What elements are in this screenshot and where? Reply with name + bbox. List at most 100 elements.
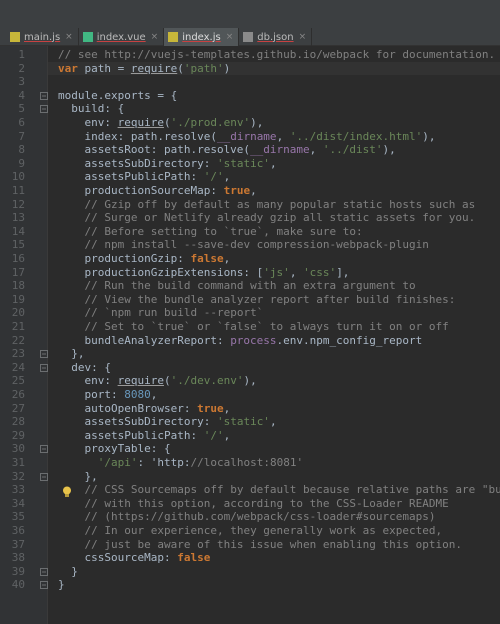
code-line[interactable]: // In our experience, they generally wor… [58,524,443,538]
line-number: 7 [18,129,25,143]
tab-label: index.js [182,31,221,43]
line-number: 36 [11,524,25,537]
close-tab-icon[interactable]: × [226,32,234,42]
line-number: 13 [11,211,25,225]
fold-marker-icon[interactable] [40,472,48,481]
code-line[interactable]: }, [58,347,84,361]
line-number: 16 [11,252,25,265]
code-line[interactable]: assetsSubDirectory: 'static', [58,157,276,171]
line-number: 30 [11,442,25,456]
line-number: 33 [11,483,25,497]
code-line[interactable]: // CSS Sourcemaps off by default because… [58,483,500,497]
line-number: 9 [18,156,25,170]
code-line[interactable]: }, [58,470,97,484]
code-line[interactable]: index: path.resolve(__dirname, '../dist/… [58,130,435,144]
code-line[interactable]: cssSourceMap: false [58,551,210,565]
line-number: 32 [11,469,25,483]
code-line[interactable]: autoOpenBrowser: true, [58,402,230,416]
code-line[interactable]: // View the bundle analyzer report after… [58,293,456,307]
code-line[interactable]: env: require('./prod.env'), [58,116,263,130]
lightbulb-icon[interactable] [62,486,72,498]
code-line[interactable]: // Set to `true` or `false` to always tu… [58,320,449,334]
code-line[interactable]: productionSourceMap: true, [58,184,256,198]
code-line[interactable]: var path = require('path') [58,62,230,76]
fold-marker-icon[interactable] [40,363,48,372]
tab-list: main.js × index.vue × index.js × db.json × [6,28,313,46]
code-line[interactable]: dev: { [58,361,111,375]
line-number: 25 [11,374,25,388]
line-number: 20 [11,306,25,320]
line-number: 24 [11,360,25,374]
close-tab-icon[interactable]: × [299,32,307,42]
tab-bar-top-strip [0,0,500,24]
code-line[interactable]: assetsPublicPath: '/', [58,170,230,184]
line-number: 10 [11,170,25,184]
line-number: 34 [11,496,25,510]
code-line[interactable]: // `npm run build --report` [58,306,264,320]
tab-label: index.vue [96,31,146,43]
code-line[interactable]: // Run the build command with an extra a… [58,279,416,293]
line-number: 19 [11,292,25,306]
code-line[interactable]: // just be aware of this issue when enab… [58,538,463,552]
code-line[interactable]: // (https://github.com/webpack/css-loade… [58,510,436,524]
code-line[interactable]: assetsRoot: path.resolve(__dirname, '../… [58,143,395,157]
line-number: 22 [11,333,25,347]
vue-file-icon [82,32,93,42]
tab-index-vue[interactable]: index.vue × [79,28,165,46]
code-line[interactable]: assetsSubDirectory: 'static', [58,415,276,429]
code-line[interactable]: module.exports = { [58,89,177,103]
line-number: 3 [18,75,25,89]
code-line[interactable]: bundleAnalyzerReport: process.env.npm_co… [58,334,422,348]
fold-marker-icon[interactable] [40,567,48,576]
fold-marker-icon[interactable] [40,350,48,359]
code-line[interactable]: // Gzip off by default as many popular s… [58,198,476,212]
code-line[interactable]: assetsPublicPath: '/', [58,429,230,443]
line-number: 39 [11,564,25,578]
tab-db-json[interactable]: db.json × [239,28,313,46]
code-editor[interactable]: // see http://vuejs-templates.github.io/… [48,46,500,624]
editor-tab-bar: main.js × index.vue × index.js × db.json × [0,0,500,46]
close-tab-icon[interactable]: × [151,32,159,42]
line-number: 27 [11,401,25,415]
line-number: 1 [18,48,25,61]
fold-marker-icon[interactable] [40,445,48,454]
code-line[interactable]: proxyTable: { [58,442,170,456]
line-number: 17 [11,265,25,279]
code-line[interactable]: '/api': 'http://localhost:8081' [58,456,303,470]
line-number: 12 [11,197,25,211]
js-file-icon [10,32,20,42]
code-line[interactable]: port: 8080, [58,388,157,402]
tab-index-js[interactable]: index.js × [164,28,240,46]
line-number: 38 [11,551,25,565]
code-line[interactable]: } [58,565,78,579]
line-number: 14 [11,224,25,238]
code-line[interactable]: // Surge or Netlify already gzip all sta… [58,211,476,225]
line-number: 21 [11,320,25,333]
line-number: 29 [11,428,25,442]
line-number: 6 [18,116,25,129]
code-line[interactable]: productionGzipExtensions: ['js', 'css'], [58,266,349,280]
code-line[interactable]: env: require('./dev.env'), [58,374,256,388]
code-line[interactable]: // see http://vuejs-templates.github.io/… [58,48,495,62]
code-line[interactable]: build: { [58,102,124,116]
code-line[interactable]: // with this option, according to the CS… [58,497,449,511]
line-number: 35 [11,510,25,524]
close-tab-icon[interactable]: × [65,32,73,42]
line-number: 8 [18,143,25,157]
fold-marker-icon[interactable] [40,581,48,590]
fold-marker-icon[interactable] [40,105,48,114]
line-number: 23 [11,347,25,361]
code-line[interactable]: // Before setting to `true`, make sure t… [58,225,363,239]
code-line[interactable]: // npm install --save-dev compression-we… [58,238,429,252]
ide-window: main.js × index.vue × index.js × db.json × 1234… [0,0,500,624]
line-number: 26 [11,388,25,401]
code-line[interactable]: productionGzip: false, [58,252,230,266]
tab-main-js[interactable]: main.js × [6,28,79,46]
line-number-gutter: 1 2 3 4 5 6 7 8 9 10 11 12 13 14 15 16 17 18 19 20 21 22 23 24 2… [0,46,48,624]
tab-label: db.json [257,31,294,43]
code-line[interactable]: } [58,578,65,592]
line-number: 18 [11,279,25,293]
line-number: 4 [18,88,25,102]
tab-label: main.js [24,31,61,43]
fold-marker-icon[interactable] [40,91,48,100]
